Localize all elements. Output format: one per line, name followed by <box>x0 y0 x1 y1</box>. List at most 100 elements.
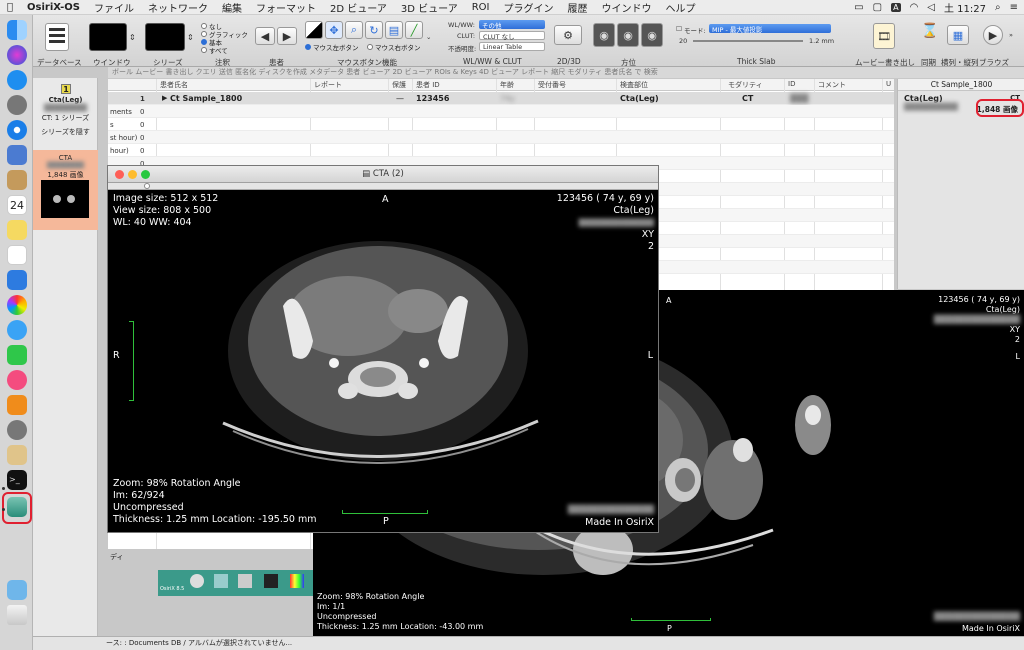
clut-select[interactable]: CLUT なし <box>479 31 545 41</box>
header-modality[interactable]: モダリティ <box>728 80 763 90</box>
trash-icon[interactable] <box>7 605 27 625</box>
menu-edit[interactable]: 編集 <box>215 0 249 15</box>
menu-format[interactable]: フォーマット <box>249 0 323 15</box>
row-disclosure-icon[interactable]: ▶ <box>162 94 167 102</box>
series-thumbnail[interactable]: CTA ████████ 1,848 画像 <box>33 150 98 230</box>
palette-icon[interactable] <box>290 574 304 588</box>
orientation-coronal-button[interactable]: ◉ <box>617 23 639 47</box>
window-button[interactable] <box>89 23 127 51</box>
calendar-icon[interactable]: 24 <box>7 195 27 215</box>
system-preferences-icon[interactable] <box>7 420 27 440</box>
preview-icon[interactable] <box>7 145 27 165</box>
viewer-window[interactable]: ▤ CTA (2) Image size: 512 x 512 View siz… <box>107 165 659 533</box>
menu-help[interactable]: ヘルプ <box>658 0 702 15</box>
terminal-icon[interactable]: >_ <box>7 470 27 490</box>
mode-checkbox[interactable]: ☐ <box>676 25 682 33</box>
apple-icon[interactable]:  <box>0 2 20 13</box>
folder-icon[interactable] <box>7 580 27 600</box>
search-icon[interactable]: ⌕ <box>995 2 1001 13</box>
menu-app-name[interactable]: OsiriX-OS <box>20 2 87 13</box>
keynote-icon[interactable] <box>7 270 27 290</box>
safari-icon[interactable] <box>7 120 27 140</box>
books-icon[interactable] <box>7 395 27 415</box>
image-slider[interactable] <box>108 183 658 190</box>
viewer-titlebar[interactable]: ▤ CTA (2) <box>108 166 658 183</box>
menu-plugins[interactable]: プラグイン <box>496 0 560 15</box>
menu-list-icon[interactable]: ≡ <box>1010 2 1018 13</box>
monitor-icon[interactable] <box>264 574 278 588</box>
launchpad-icon[interactable] <box>7 95 27 115</box>
menu-roi[interactable]: ROI <box>465 2 497 13</box>
wlww-select[interactable]: その他 <box>479 20 545 30</box>
facetime-icon[interactable] <box>7 345 27 365</box>
header-age[interactable]: 年齢 <box>500 80 514 90</box>
tile-button[interactable]: ▦ <box>947 25 969 45</box>
siri-icon[interactable] <box>7 45 27 65</box>
movie-export-button[interactable]: 🎞 <box>873 23 895 49</box>
cd-icon[interactable] <box>190 574 204 588</box>
header-u[interactable]: U <box>886 80 891 88</box>
window-icon[interactable] <box>238 574 252 588</box>
header-body-part[interactable]: 検査部位 <box>620 80 648 90</box>
mode-select[interactable]: MIP - 最大値投影 <box>709 24 831 34</box>
orientation-sagittal-button[interactable]: ◉ <box>641 23 663 47</box>
zoom-tool-button[interactable]: ⌕ <box>345 21 363 39</box>
reminders-icon[interactable] <box>7 245 27 265</box>
hide-series-button[interactable]: シリーズを隠す <box>33 127 98 137</box>
chevron-right-icon[interactable]: » <box>1009 31 1013 39</box>
window-icon[interactable]: ▢ <box>873 2 882 13</box>
menu-network[interactable]: ネットワーク <box>141 0 215 15</box>
header-patient-id[interactable]: 患者 ID <box>416 80 440 90</box>
notes-icon[interactable] <box>7 220 27 240</box>
menu-history[interactable]: 履歴 <box>560 0 594 15</box>
chevron-down-icon[interactable]: ⌄ <box>426 33 431 41</box>
scroll-tool-button[interactable]: ▤ <box>385 21 403 39</box>
zoom-button[interactable] <box>141 170 150 179</box>
osirix-widget[interactable]: OsiriX 8.5 <box>158 570 313 596</box>
menu-2d-viewer[interactable]: 2D ビューア <box>323 0 394 15</box>
header-accession[interactable]: 受付番号 <box>538 80 566 90</box>
move-tool-button[interactable]: ✥ <box>325 21 343 39</box>
measure-tool-button[interactable]: ╱ <box>405 21 423 39</box>
header-comment[interactable]: コメント <box>818 80 846 90</box>
database-button[interactable] <box>45 23 69 51</box>
minimize-button[interactable] <box>128 170 137 179</box>
slab-slider[interactable] <box>693 40 803 42</box>
volume-icon[interactable]: ◁ <box>927 2 935 13</box>
mouse-right-button-option[interactable]: マウス右ボタン <box>367 42 421 52</box>
rotate-tool-button[interactable]: ↻ <box>365 21 383 39</box>
wifi-icon[interactable]: ◠ <box>910 2 919 13</box>
menu-3d-viewer[interactable]: 3D ビューア <box>394 0 465 15</box>
wl-tool-button[interactable] <box>305 21 323 39</box>
close-button[interactable] <box>115 170 124 179</box>
mouse-left-button-option[interactable]: マウス左ボタン <box>305 42 359 52</box>
table-row[interactable]: ▶ Ct Sample_1800 — 123456 74y Cta(Leg) C… <box>108 92 894 105</box>
browse-button[interactable]: ▶ <box>983 25 1003 45</box>
sync-icon[interactable]: ⌛ <box>921 23 938 49</box>
opacity-select[interactable]: Linear Table <box>479 42 545 51</box>
photos-icon[interactable] <box>7 295 27 315</box>
previous-patient-button[interactable]: ◀ <box>255 27 275 45</box>
header-protect[interactable]: 保護 <box>392 80 406 90</box>
cast-icon[interactable]: ▭ <box>854 2 863 13</box>
menu-window[interactable]: ウインドウ <box>594 0 658 15</box>
next-patient-button[interactable]: ▶ <box>277 27 297 45</box>
contacts-icon[interactable] <box>7 170 27 190</box>
header-report[interactable]: レポート <box>314 80 342 90</box>
annotation-all[interactable]: すべて <box>201 45 228 55</box>
series-button[interactable] <box>145 23 185 51</box>
header-id[interactable]: ID <box>788 80 795 88</box>
slider-thumb[interactable] <box>144 183 150 189</box>
clock[interactable]: 土 11:27 <box>944 0 986 15</box>
image-icon[interactable] <box>214 574 228 588</box>
app-store-icon[interactable] <box>7 70 27 90</box>
header-patient-name[interactable]: 患者氏名 <box>160 80 188 90</box>
finder-icon[interactable] <box>7 20 27 40</box>
script-editor-icon[interactable] <box>7 445 27 465</box>
orientation-axial-button[interactable]: ◉ <box>593 23 615 47</box>
messages-icon[interactable] <box>7 320 27 340</box>
menu-file[interactable]: ファイル <box>87 0 141 15</box>
study-title[interactable]: Cta(Leg) <box>33 96 98 104</box>
input-source-badge[interactable]: A <box>891 3 901 12</box>
music-icon[interactable] <box>7 370 27 390</box>
